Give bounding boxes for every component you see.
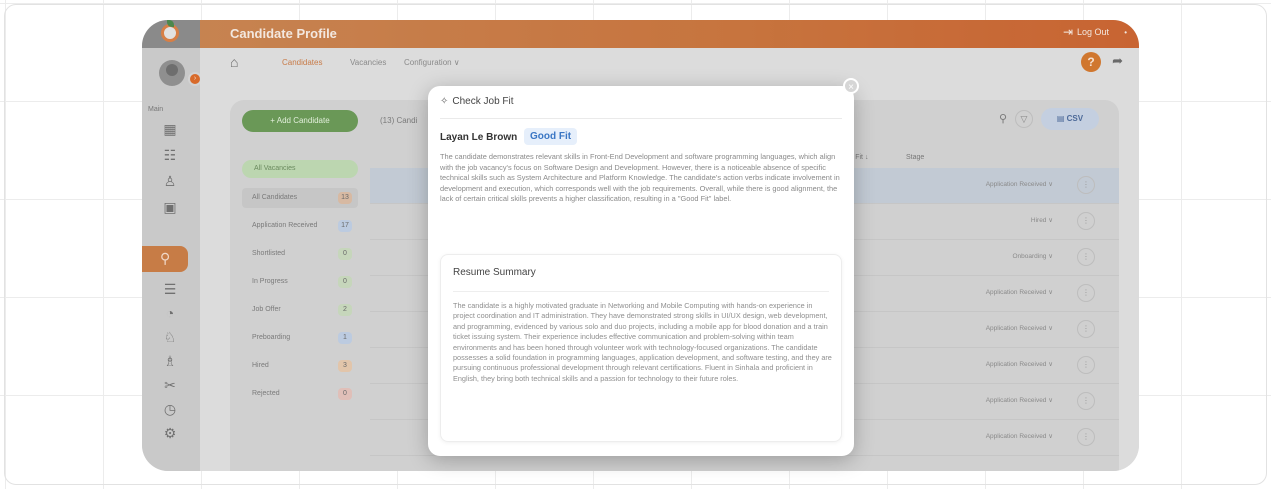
stage-filter-label: Job Offer	[252, 306, 281, 313]
sidebar-search-person-icon: ⚲	[160, 250, 171, 266]
sidebar-team-icon[interactable]: ☷	[161, 146, 179, 164]
stage-count-badge: 0	[338, 388, 352, 400]
stage-filter-item[interactable]: Job Offer 2	[242, 300, 358, 320]
stage-select[interactable]: Application Received ∨	[986, 288, 1053, 296]
sidebar-settings-icon[interactable]: ⚙	[161, 424, 179, 442]
stage-select[interactable]: Application Received ∨	[986, 324, 1053, 332]
avatar[interactable]	[159, 60, 185, 86]
sidebar-profile-icon[interactable]: ♘	[161, 328, 179, 346]
sidebar-dashboard-icon[interactable]: ▦	[161, 120, 179, 138]
filter-icon[interactable]: ▽	[1015, 110, 1033, 128]
csv-label: CSV	[1066, 114, 1084, 123]
sidebar-money-icon[interactable]: ☰	[161, 280, 179, 298]
top-menu-icon[interactable]: •	[1124, 28, 1127, 37]
resume-summary-card: Resume Summary The candidate is a highly…	[440, 254, 842, 442]
top-bar: Candidate Profile ⇥ Log Out •	[142, 20, 1139, 48]
candidate-name: Layan Le Brown	[440, 132, 518, 143]
more-options-icon[interactable]: ⋮	[1077, 320, 1095, 338]
more-options-icon[interactable]: ⋮	[1077, 248, 1095, 266]
resume-summary-text: The candidate is a highly motivated grad…	[453, 301, 832, 383]
help-icon[interactable]: ?	[1081, 52, 1101, 72]
stage-filter-label: Hired	[252, 362, 269, 369]
page-title: Candidate Profile	[230, 26, 337, 41]
stage-filter-item[interactable]: Application Received 17	[242, 216, 358, 236]
stage-filter-item[interactable]: All Candidates 13	[242, 188, 358, 208]
job-fit-explanation: The candidate demonstrates relevant skil…	[440, 152, 840, 204]
sidebar-section-label: Main	[148, 106, 164, 113]
resume-summary-title: Resume Summary	[453, 267, 536, 278]
more-options-icon[interactable]: ⋮	[1077, 356, 1095, 374]
vacancy-filter-label: All Vacancies	[254, 165, 296, 172]
more-options-icon[interactable]: ⋮	[1077, 428, 1095, 446]
stage-select[interactable]: Application Received ∨	[986, 180, 1053, 188]
nav-item-candidates[interactable]: Candidates	[282, 58, 322, 67]
job-fit-modal: ✧ Check Job Fit Layan Le Brown Good Fit T…	[428, 86, 854, 456]
stage-filter-item[interactable]: Hired 3	[242, 356, 358, 376]
more-options-icon[interactable]: ⋮	[1077, 392, 1095, 410]
stage-select[interactable]: Application Received ∨	[986, 360, 1053, 368]
nav-item-vacancies[interactable]: Vacancies	[350, 58, 386, 67]
job-fit-badge: Good Fit	[524, 128, 578, 145]
stage-count-badge: 0	[338, 276, 352, 288]
close-icon[interactable]: ×	[843, 78, 859, 94]
search-icon[interactable]: ⚲	[999, 112, 1007, 125]
sidebar-users-icon[interactable]: ♙	[161, 172, 179, 190]
sidebar-reports-icon[interactable]: ◔	[161, 304, 179, 322]
sidebar-tools-icon[interactable]: ✂	[161, 376, 179, 394]
stage-select[interactable]: Application Received ∨	[986, 432, 1053, 440]
stage-filter-item[interactable]: In Progress 0	[242, 272, 358, 292]
modal-divider	[440, 118, 842, 119]
sidebar: › Main ▦ ☷ ♙ ▣ ⚲ ☰ ◔ ♘ ♗ ✂ ◷ ⚙	[142, 48, 202, 471]
logo-cell	[142, 20, 200, 48]
home-icon[interactable]: ⌂	[230, 54, 238, 70]
stage-filter-label: Rejected	[252, 390, 280, 397]
vacancy-filter-select[interactable]: All Vacancies	[242, 160, 358, 178]
stage-filter-label: In Progress	[252, 278, 288, 285]
stage-count-badge: 17	[338, 220, 352, 232]
stage-filter-item[interactable]: Preboarding 1	[242, 328, 358, 348]
stage-select[interactable]: Application Received ∨	[986, 396, 1053, 404]
nav-item-configuration[interactable]: Configuration ∨	[404, 58, 460, 67]
stage-select[interactable]: Hired ∨	[1031, 216, 1053, 224]
modal-header: ✧ Check Job Fit	[440, 96, 514, 107]
stage-count-badge: 2	[338, 304, 352, 316]
sidebar-clock-icon[interactable]: ◷	[161, 400, 179, 418]
more-options-icon[interactable]: ⋮	[1077, 284, 1095, 302]
stage-count-badge: 0	[338, 248, 352, 260]
candidate-count: (13) Candi	[380, 116, 418, 125]
modal-title: Check Job Fit	[452, 96, 514, 107]
sidebar-stack-icon[interactable]: ♗	[161, 352, 179, 370]
sparkle-icon: ✧	[440, 96, 449, 107]
logout-button[interactable]: Log Out	[1077, 27, 1109, 37]
stage-count-badge: 1	[338, 332, 352, 344]
stage-count-badge: 13	[338, 192, 352, 204]
stage-filter-label: Application Received	[252, 222, 318, 229]
stage-filter-label: Preboarding	[252, 334, 291, 341]
logout-icon[interactable]: ⇥	[1063, 25, 1073, 39]
stage-filter-label: All Candidates	[252, 194, 298, 201]
stage-select[interactable]: Onboarding ∨	[1012, 252, 1053, 260]
column-header-stage[interactable]: Stage	[906, 154, 924, 161]
sidebar-calendar-icon[interactable]: ▣	[161, 198, 179, 216]
logo-leaf-icon	[167, 20, 174, 27]
stage-filter-label: Shortlisted	[252, 250, 286, 257]
add-candidate-button[interactable]: + Add Candidate	[242, 110, 358, 132]
share-icon[interactable]: ➦	[1112, 53, 1123, 69]
more-options-icon[interactable]: ⋮	[1077, 176, 1095, 194]
more-options-icon[interactable]: ⋮	[1077, 212, 1095, 230]
nav-bar: ⌂ Candidates Vacancies Configuration ∨ ?…	[200, 48, 1139, 78]
csv-export-button[interactable]: ▤ CSV	[1041, 108, 1099, 130]
stage-count-badge: 3	[338, 360, 352, 372]
stage-filter-item[interactable]: Shortlisted 0	[242, 244, 358, 264]
summary-divider	[453, 291, 829, 292]
stage-filter-item[interactable]: Rejected 0	[242, 384, 358, 404]
